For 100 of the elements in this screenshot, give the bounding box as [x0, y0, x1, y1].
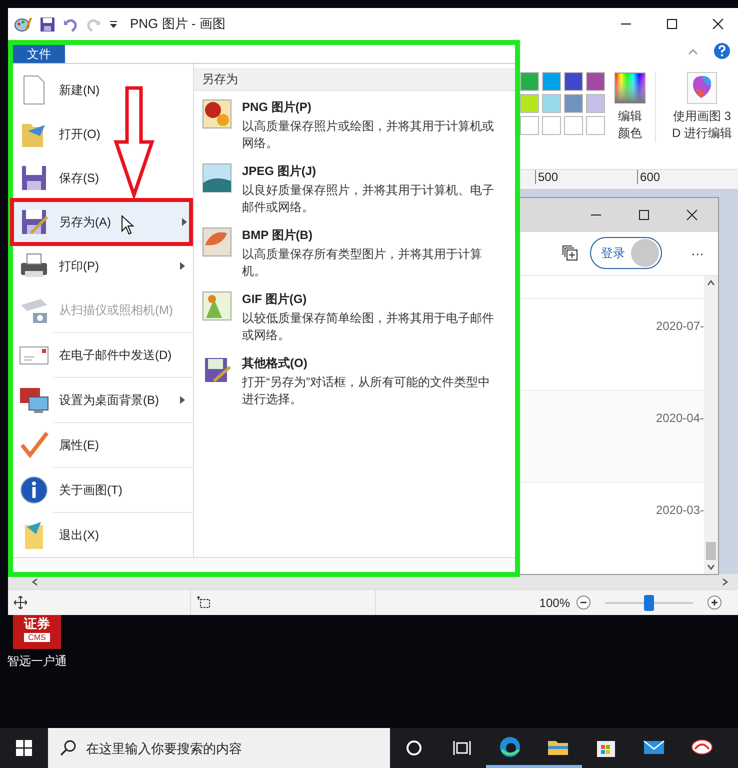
maximize-icon[interactable]	[638, 208, 650, 221]
color-swatch[interactable]	[542, 94, 561, 113]
more-button[interactable]: ···	[691, 246, 704, 261]
vertical-scrollbar[interactable]	[704, 276, 718, 574]
edge-browser-icon	[499, 736, 521, 758]
scroll-down-icon[interactable]	[707, 564, 715, 570]
maximize-icon[interactable]	[666, 18, 678, 30]
selection-size-icon	[197, 596, 211, 610]
mouse-pointer-icon	[121, 215, 135, 235]
scroll-left-icon[interactable]	[32, 578, 38, 586]
customize-caret-icon[interactable]	[109, 20, 118, 28]
color-swatch[interactable]	[564, 72, 583, 91]
ruler-label: 600	[637, 170, 660, 184]
submenu-arrow-icon	[182, 218, 187, 226]
desktop-shortcut[interactable]: 证券 CMS 智远一户通	[4, 615, 70, 670]
save-format-option[interactable]: JPEG 图片(J) 以良好质量保存照片，并将其用于计算机、电子邮件或网络。	[194, 155, 515, 219]
edit-colors-button[interactable]: 编辑颜色	[610, 72, 650, 142]
submenu-arrow-icon	[180, 396, 185, 404]
color-swatch[interactable]	[520, 72, 539, 91]
collections-icon[interactable]	[562, 245, 578, 262]
submenu-header: 另存为	[194, 68, 515, 91]
menu-item[interactable]: 另存为(A)	[13, 200, 193, 244]
option-description: 以高质量保存照片或绘图，并将其用于计算机或网络。	[242, 118, 495, 152]
login-button[interactable]: 登录	[590, 237, 662, 270]
menu-item-label: 保存(S)	[59, 170, 99, 186]
scroll-right-icon[interactable]	[722, 578, 728, 586]
color-swatch[interactable]	[586, 72, 605, 91]
window-title: PNG 图片 - 画图	[130, 15, 226, 33]
floppy-disk-pencil-icon	[19, 207, 49, 237]
menu-item-label: 从扫描仪或照相机(M)	[59, 302, 173, 318]
checkmark-icon	[19, 430, 49, 460]
taskbar-search-field[interactable]: 在这里输入你要搜索的内容	[48, 728, 390, 768]
avatar-icon	[631, 239, 659, 268]
file-tab[interactable]: 文件	[13, 45, 65, 63]
option-title: GIF 图片(G)	[242, 291, 308, 308]
menu-item[interactable]: 属性(E)	[13, 423, 193, 467]
option-description: 以良好质量保存照片，并将其用于计算机、电子邮件或网络。	[242, 182, 495, 216]
color-swatch[interactable]	[586, 94, 605, 113]
zoom-percent: 100%	[539, 596, 570, 610]
monitor-icon	[19, 385, 49, 415]
save-format-option[interactable]: PNG 图片(P) 以高质量保存照片或绘图，并将其用于计算机或网络。	[194, 91, 515, 155]
color-spectrum-icon	[614, 72, 646, 104]
menu-item-label: 关于画图(T)	[59, 482, 122, 498]
help-icon[interactable]	[714, 43, 730, 59]
close-icon[interactable]	[686, 208, 698, 221]
color-swatch[interactable]	[586, 116, 605, 135]
menu-item-label: 新建(N)	[59, 82, 100, 98]
scrollbar-thumb[interactable]	[706, 542, 716, 560]
menu-item-label: 退出(X)	[59, 526, 99, 544]
menu-item-label: 打印(P)	[59, 258, 99, 274]
landscape-picture-icon	[202, 163, 232, 193]
shortcut-label: 智远一户通	[7, 653, 67, 670]
info-icon	[19, 475, 49, 505]
option-title: BMP 图片(B)	[242, 227, 314, 244]
ruler-label: 500	[535, 170, 558, 184]
menu-item-label: 属性(E)	[59, 436, 99, 454]
option-title: PNG 图片(P)	[242, 99, 312, 116]
color-swatch[interactable]	[564, 116, 583, 135]
windows-start-icon[interactable]	[16, 740, 32, 756]
zoom-in-icon[interactable]	[707, 595, 722, 610]
menu-item[interactable]: 新建(N)	[13, 68, 193, 112]
scroll-up-icon[interactable]	[707, 280, 715, 286]
paint-3d-icon	[687, 72, 717, 104]
color-swatch[interactable]	[520, 116, 539, 135]
menu-item[interactable]: 保存(S)	[13, 156, 193, 200]
menu-item-label: 另存为(A)	[59, 214, 111, 230]
save-icon[interactable]	[40, 16, 55, 32]
save-format-option[interactable]: BMP 图片(B) 以高质量保存所有类型图片，并将其用于计算机。	[194, 219, 515, 283]
menu-item[interactable]: 退出(X)	[13, 513, 193, 557]
date-text: 2020-04-	[656, 411, 704, 427]
picture-icon	[202, 227, 232, 257]
color-swatch[interactable]	[564, 94, 583, 113]
close-icon[interactable]	[712, 18, 724, 30]
app-icon: 证券 CMS	[13, 615, 61, 649]
date-text: 2020-07-	[656, 319, 704, 335]
color-swatch[interactable]	[542, 72, 561, 91]
menu-item-label: 设置为桌面背景(B)	[59, 392, 159, 408]
menu-item[interactable]: 打开(O)	[13, 112, 193, 156]
menu-item[interactable]: 在电子邮件中发送(D)	[13, 333, 193, 377]
paint-3d-button[interactable]: 使用画图 3D 进行编辑	[655, 72, 738, 142]
task-view-icon[interactable]	[453, 740, 471, 756]
picture-icon	[202, 291, 232, 321]
undo-icon[interactable]	[63, 16, 78, 32]
zoom-out-icon[interactable]	[576, 595, 591, 610]
move-cursor-icon	[14, 596, 27, 609]
zoom-slider-thumb[interactable]	[644, 594, 654, 610]
color-swatch[interactable]	[542, 116, 561, 135]
menu-item[interactable]: 关于画图(T)	[13, 468, 193, 512]
cortana-icon[interactable]	[406, 740, 422, 756]
option-title: JPEG 图片(J)	[242, 163, 318, 180]
option-description: 以高质量保存所有类型图片，并将其用于计算机。	[242, 246, 483, 280]
menu-item-label: 打开(O)	[59, 126, 100, 142]
paint-app-icon	[14, 16, 32, 32]
menu-item[interactable]: 打印(P)	[13, 244, 193, 288]
collapse-ribbon-icon[interactable]	[688, 48, 698, 54]
option-description: 打开“另存为”对话框，从所有可能的文件类型中进行选择。	[242, 374, 491, 408]
submenu-arrow-icon	[180, 262, 185, 270]
menu-item[interactable]: 设置为桌面背景(B)	[13, 378, 193, 422]
color-swatch[interactable]	[520, 94, 539, 113]
option-title: 其他格式(O)	[242, 355, 308, 372]
